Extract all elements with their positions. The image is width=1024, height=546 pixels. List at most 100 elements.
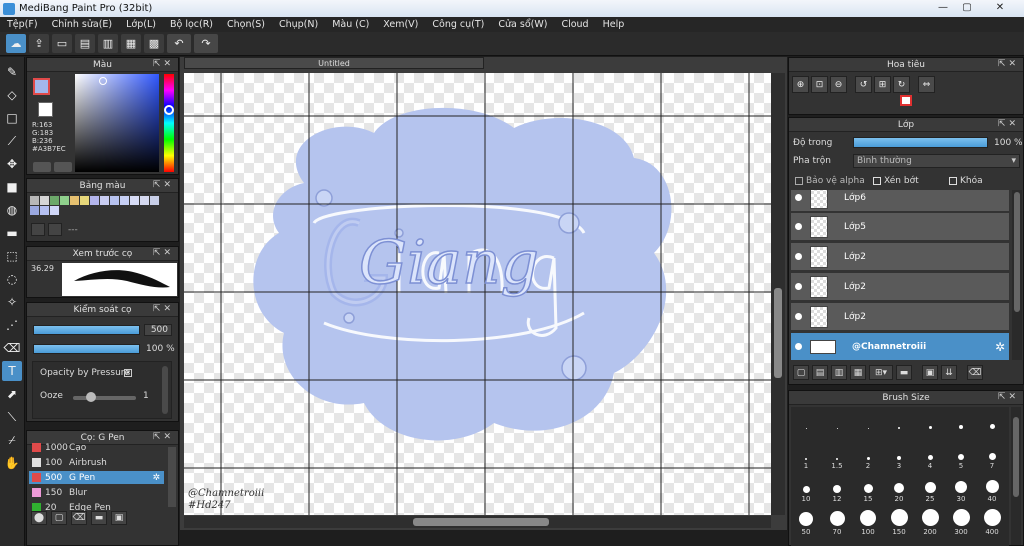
eyedropper-tool-icon[interactable]: ⌿: [2, 430, 22, 450]
palette-swatch[interactable]: [120, 196, 129, 205]
brush-delete-icon[interactable]: ⌫: [71, 511, 87, 525]
visibility-eye-icon[interactable]: [795, 194, 802, 201]
reset-rotation-icon[interactable]: ⊞: [874, 76, 891, 93]
upload-icon[interactable]: ⇪: [29, 34, 49, 53]
new-layer-icon[interactable]: ▢: [793, 365, 809, 380]
select-pen-tool-icon[interactable]: ⋰: [2, 315, 22, 335]
bucket-tool-icon[interactable]: ◍: [2, 200, 22, 220]
menu-color[interactable]: Màu (C): [325, 19, 376, 30]
brush-size-scroll-thumb[interactable]: [1013, 417, 1019, 497]
protect-alpha-option[interactable]: Bảo vệ alpha: [795, 176, 865, 186]
add-brush-icon[interactable]: ⬤: [31, 511, 47, 525]
brush-size-option[interactable]: 40: [977, 473, 1007, 503]
fit-window-icon[interactable]: ⊡: [811, 76, 828, 93]
page-icon[interactable]: ▥: [98, 34, 118, 53]
palette-swatch[interactable]: [30, 196, 39, 205]
canvas-vertical-scroll-thumb[interactable]: [774, 288, 782, 378]
menu-edit[interactable]: Chỉnh sửa(E): [45, 19, 120, 30]
brush-settings-gear-icon[interactable]: ✲: [152, 473, 160, 483]
brush-list-item[interactable]: 100 Airbrush: [29, 456, 164, 469]
brush-size-option[interactable]: 25: [915, 473, 945, 503]
menu-snap[interactable]: Chụp(N): [272, 19, 325, 30]
brush-size-option[interactable]: 150: [884, 506, 914, 536]
lasso-tool-icon[interactable]: ◌: [2, 269, 22, 289]
layer-scroll-thumb[interactable]: [1014, 192, 1020, 312]
brush-size-option[interactable]: 7: [977, 440, 1007, 470]
menu-window[interactable]: Cửa sổ(W): [491, 19, 554, 30]
foreground-color-swatch[interactable]: [33, 78, 50, 95]
brush-size-option[interactable]: [884, 401, 914, 431]
settings-page-icon[interactable]: ▦: [121, 34, 141, 53]
canvas-horizontal-scroll-thumb[interactable]: [413, 518, 549, 526]
hue-slider-handle[interactable]: [164, 105, 174, 115]
document-tab[interactable]: Untitled: [184, 57, 484, 69]
brush-size-option[interactable]: 50: [791, 506, 821, 536]
brush-opacity-slider[interactable]: [33, 344, 140, 354]
brush-list-item[interactable]: 150 Blur: [29, 486, 164, 499]
visibility-eye-icon[interactable]: [795, 283, 802, 290]
palette-swatch[interactable]: [60, 196, 69, 205]
drawing-canvas[interactable]: Giang @Chamnetroiii #Hd247: [184, 73, 771, 515]
hue-slider[interactable]: [164, 74, 174, 172]
brush-list-scrollbar[interactable]: [168, 447, 176, 507]
brush-duplicate-icon[interactable]: ▣: [111, 511, 127, 525]
palette-swatch[interactable]: [100, 196, 109, 205]
brush-size-option[interactable]: [791, 401, 821, 431]
lock-checkbox[interactable]: [949, 177, 957, 185]
brush-size-option[interactable]: 2: [853, 440, 883, 470]
move-tool-icon[interactable]: ✥: [2, 154, 22, 174]
brush-size-slider[interactable]: [33, 325, 140, 335]
canvas-vertical-scrollbar[interactable]: [771, 73, 785, 515]
brush-size-option[interactable]: 400: [977, 506, 1007, 536]
brush-size-option[interactable]: 300: [946, 506, 976, 536]
select-eraser-tool-icon[interactable]: ⌫: [2, 338, 22, 358]
undo-button[interactable]: ↶: [167, 34, 191, 53]
cloud-icon[interactable]: ☁: [6, 34, 26, 53]
palette-swatch[interactable]: [140, 196, 149, 205]
menu-filter[interactable]: Bộ lọc(R): [163, 19, 220, 30]
divide-tool-icon[interactable]: ⟍: [2, 407, 22, 427]
palette-swatch[interactable]: [150, 196, 159, 205]
brush-settings-scrollbar[interactable]: [162, 366, 168, 414]
clipping-checkbox[interactable]: [873, 177, 881, 185]
palette-swatch[interactable]: [110, 196, 119, 205]
brush-size-option[interactable]: 15: [853, 473, 883, 503]
brush-size-option[interactable]: 12: [822, 473, 852, 503]
new-8bit-layer-icon[interactable]: ▥: [831, 365, 847, 380]
merge-layer-icon[interactable]: ⇊: [941, 365, 957, 380]
dot-tool-icon[interactable]: □: [2, 108, 22, 128]
brush-tool-icon[interactable]: ✎: [2, 62, 22, 82]
brush-size-option[interactable]: [822, 401, 852, 431]
duplicate-layer-icon[interactable]: ▣: [922, 365, 938, 380]
menu-view[interactable]: Xem(V): [376, 19, 425, 30]
brush-size-option[interactable]: 3: [884, 440, 914, 470]
redo-button[interactable]: ↷: [194, 34, 218, 53]
close-button[interactable]: ✕: [980, 0, 1020, 14]
protect-alpha-checkbox[interactable]: [795, 177, 803, 185]
visibility-eye-icon[interactable]: [795, 313, 802, 320]
panel-options-icon[interactable]: ⇱✕: [998, 59, 1019, 69]
menu-select[interactable]: Chọn(S): [220, 19, 272, 30]
hand-tool-icon[interactable]: ✋: [2, 453, 22, 473]
palette-swatch[interactable]: [70, 196, 79, 205]
maximize-button[interactable]: ▢: [956, 0, 978, 14]
add-layer-menu-icon[interactable]: ⊞▾: [869, 365, 893, 380]
palette-add-icon[interactable]: [31, 223, 45, 236]
saturation-value-picker[interactable]: [75, 74, 159, 172]
brush-size-option[interactable]: 1: [791, 440, 821, 470]
navigator-viewport-box[interactable]: [900, 95, 912, 106]
brush-size-option[interactable]: 100: [853, 506, 883, 536]
brush-size-value[interactable]: 500: [144, 324, 172, 336]
layer-list-scrollbar[interactable]: [1012, 190, 1022, 360]
layer-settings-gear-icon[interactable]: ✲: [995, 340, 1005, 354]
layer-folder-icon[interactable]: ▬: [896, 365, 912, 380]
layer-item[interactable]: Lớp5: [791, 213, 1009, 241]
gradient-tool-icon[interactable]: ▬: [2, 223, 22, 243]
layer-item-selected[interactable]: @Chamnetroiii ✲: [791, 333, 1009, 360]
canvas-horizontal-scrollbar[interactable]: [184, 516, 771, 528]
panel-options-icon[interactable]: ⇱✕: [153, 59, 174, 69]
brush-size-option[interactable]: [977, 401, 1007, 431]
menu-layer[interactable]: Lớp(L): [119, 19, 163, 30]
menu-file[interactable]: Tệp(F): [0, 19, 45, 30]
menu-cloud[interactable]: Cloud: [554, 19, 595, 30]
